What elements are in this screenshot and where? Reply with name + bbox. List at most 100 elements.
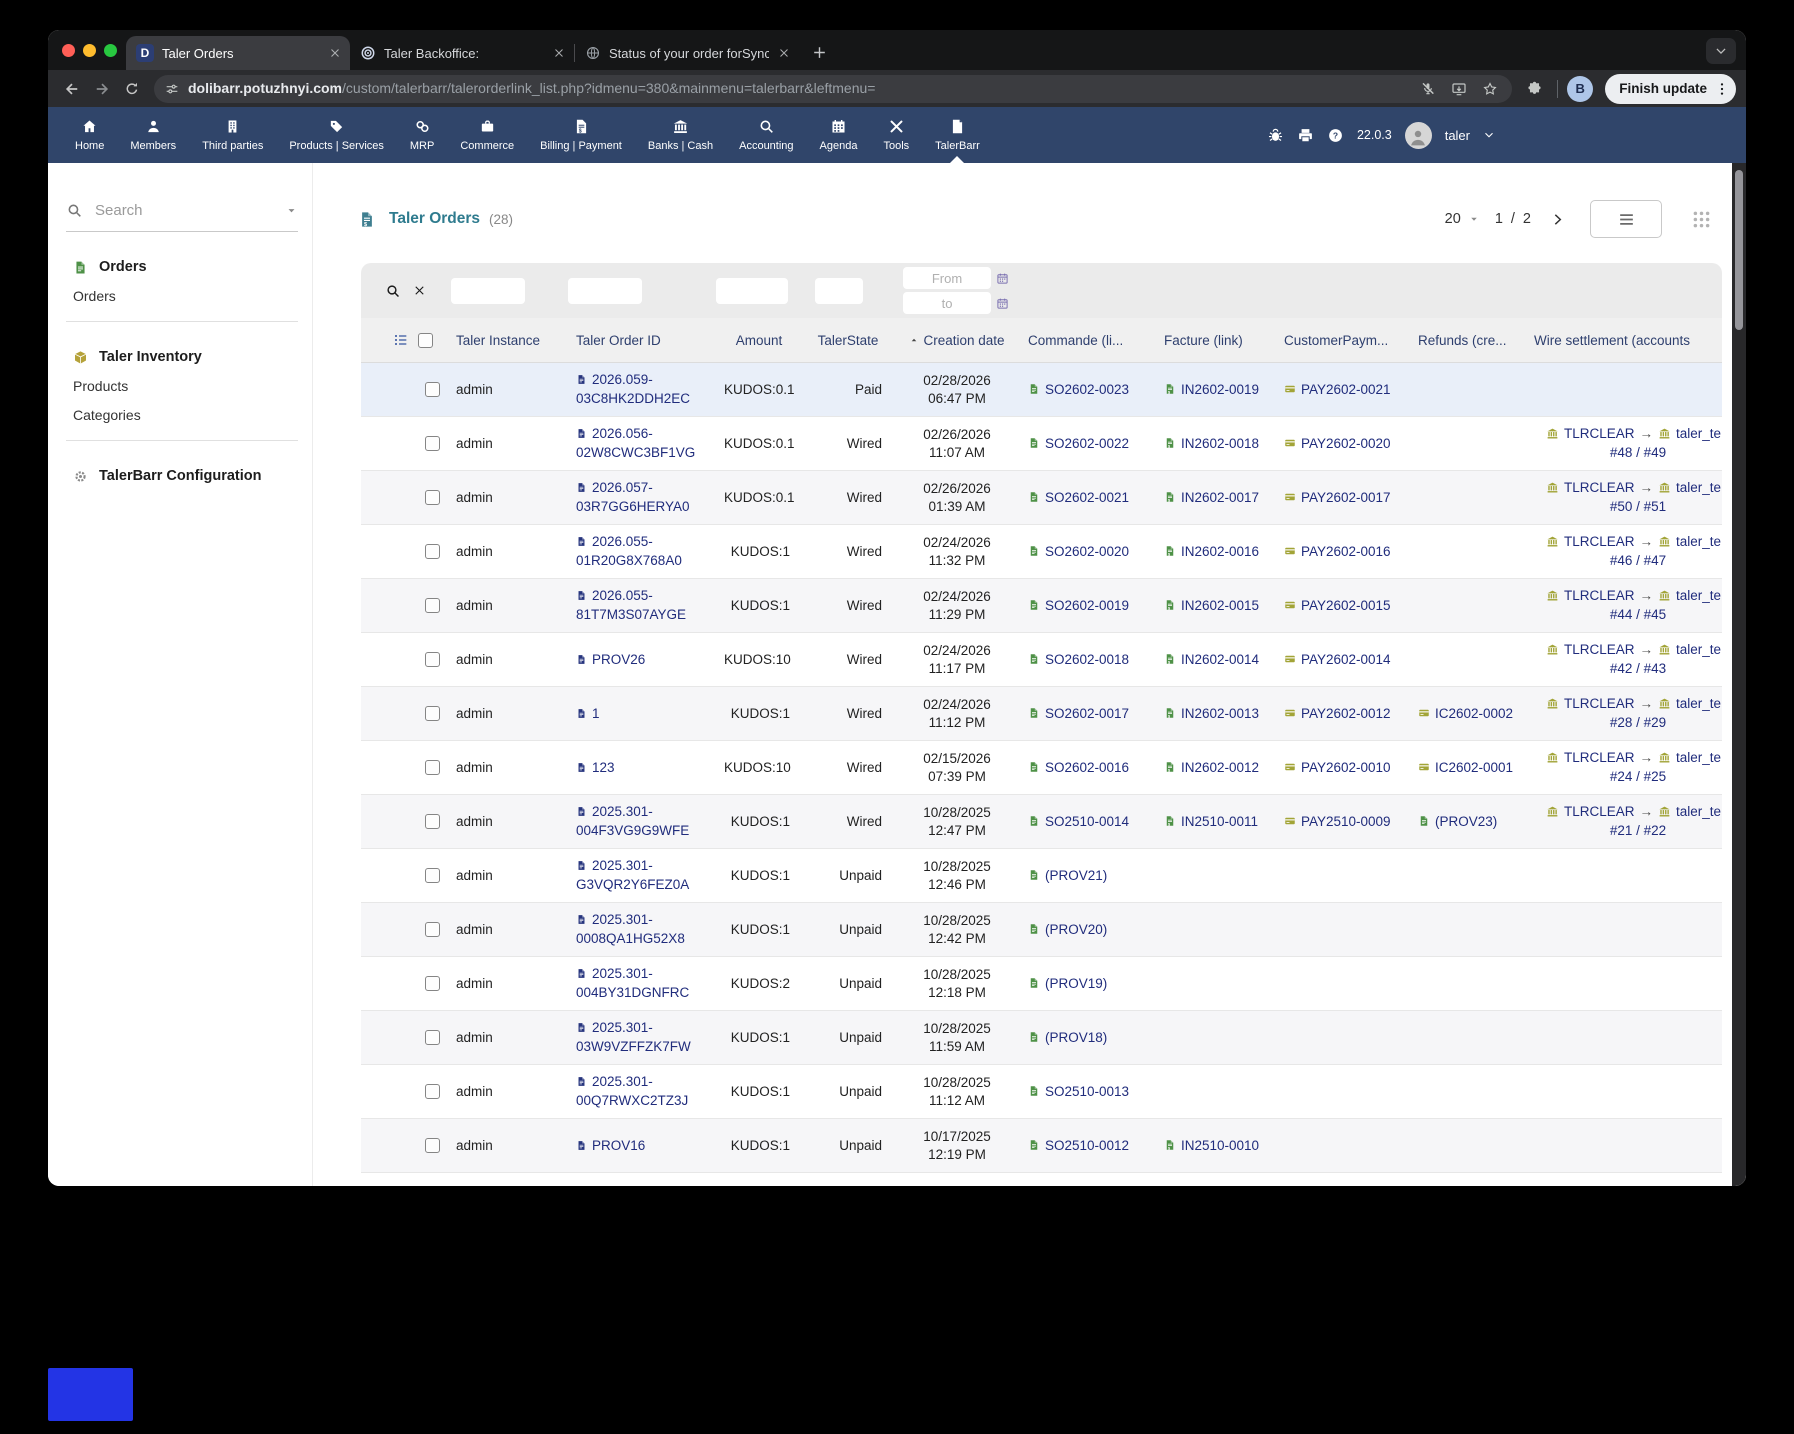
filter-clear-icon[interactable] [412, 283, 427, 298]
next-page-button[interactable] [1550, 212, 1565, 227]
row-checkbox[interactable] [425, 760, 440, 775]
order-id-link[interactable]: 2025.301- [592, 966, 653, 981]
nav-item-home[interactable]: Home [62, 107, 117, 163]
wire-source-link[interactable]: TLRCLEAR [1564, 804, 1635, 819]
row-checkbox[interactable] [425, 814, 440, 829]
row-checkbox[interactable] [425, 922, 440, 937]
refund-link[interactable]: IC2602-0001 [1435, 760, 1513, 775]
commande-link[interactable]: SO2602-0017 [1045, 706, 1129, 721]
facture-link[interactable]: IN2602-0017 [1181, 490, 1259, 505]
filter-input-amount[interactable] [716, 278, 788, 304]
column-header[interactable]: Creation date [894, 333, 1020, 348]
browser-tab[interactable]: DTaler Orders [126, 36, 350, 70]
column-selector-icon[interactable] [393, 332, 409, 348]
sidebar-item-categories[interactable]: Categories [48, 394, 312, 423]
sidebar-section-title[interactable]: Taler Inventory [48, 349, 312, 365]
order-id-link[interactable]: 2026.055- [592, 588, 653, 603]
column-header[interactable]: Facture (link) [1156, 333, 1276, 348]
filter-input-talerstate[interactable] [815, 278, 863, 304]
order-id-link[interactable]: 004BY31DGNFRC [576, 985, 689, 1000]
wire-target-link[interactable]: taler_te [1676, 696, 1721, 711]
row-checkbox[interactable] [425, 1084, 440, 1099]
refund-link[interactable]: (PROV23) [1435, 814, 1497, 829]
order-id-link[interactable]: 2025.301- [592, 912, 653, 927]
wire-target-link[interactable]: taler_te [1676, 642, 1721, 657]
facture-link[interactable]: IN2602-0016 [1181, 544, 1259, 559]
new-tab-button[interactable] [811, 44, 828, 61]
order-id-link[interactable]: 2026.057- [592, 480, 653, 495]
column-header[interactable]: Amount [716, 333, 802, 348]
order-id-link[interactable]: 2025.301- [592, 1020, 653, 1035]
customer-payment-link[interactable]: PAY2602-0017 [1301, 490, 1391, 505]
url-bar[interactable]: dolibarr.potuzhnyi.com/custom/talerbarr/… [154, 75, 1512, 103]
wire-refs-link[interactable]: #50 / #51 [1610, 499, 1666, 514]
row-checkbox[interactable] [425, 1138, 440, 1153]
filter-search-icon[interactable] [385, 283, 401, 299]
minimize-window-button[interactable] [83, 44, 96, 57]
order-id-link[interactable]: 00Q7RWXC2TZ3J [576, 1093, 688, 1108]
nav-item-third-parties[interactable]: Third parties [189, 107, 276, 163]
calendar-icon[interactable] [996, 297, 1009, 310]
nav-item-commerce[interactable]: Commerce [447, 107, 527, 163]
facture-link[interactable]: IN2602-0012 [1181, 760, 1259, 775]
commande-link[interactable]: SO2602-0019 [1045, 598, 1129, 613]
order-id-link[interactable]: 03C8HK2DDH2EC [576, 391, 690, 406]
wire-refs-link[interactable]: #44 / #45 [1610, 607, 1666, 622]
wire-refs-link[interactable]: #24 / #25 [1610, 769, 1666, 784]
close-window-button[interactable] [62, 44, 75, 57]
facture-link[interactable]: IN2510-0011 [1181, 814, 1258, 829]
wire-target-link[interactable]: taler_te [1676, 480, 1721, 495]
facture-link[interactable]: IN2602-0019 [1181, 382, 1259, 397]
filter-date-to-input[interactable] [903, 292, 991, 314]
order-id-link[interactable]: 01R20G8X768A0 [576, 553, 682, 568]
facture-link[interactable]: IN2602-0018 [1181, 436, 1259, 451]
wire-target-link[interactable]: taler_te [1676, 588, 1721, 603]
order-id-link[interactable]: 2025.301- [592, 804, 653, 819]
customer-payment-link[interactable]: PAY2602-0016 [1301, 544, 1391, 559]
order-id-link[interactable]: PROV26 [592, 652, 645, 667]
row-checkbox[interactable] [425, 598, 440, 613]
back-button[interactable] [58, 75, 86, 103]
order-id-link[interactable]: 03R7GG6HERYA0 [576, 499, 690, 514]
username-label[interactable]: taler [1445, 128, 1470, 143]
facture-link[interactable]: IN2602-0013 [1181, 706, 1259, 721]
wire-source-link[interactable]: TLRCLEAR [1564, 642, 1635, 657]
filter-input-taler-order-id[interactable] [568, 278, 642, 304]
mic-blocked-icon[interactable] [1420, 81, 1436, 97]
nav-item-agenda[interactable]: Agenda [807, 107, 871, 163]
order-id-link[interactable]: 2025.301- [592, 1074, 653, 1089]
wire-refs-link[interactable]: #28 / #29 [1610, 715, 1666, 730]
select-all-checkbox[interactable] [418, 333, 433, 348]
browser-tab[interactable]: Status of your order forSync [575, 36, 799, 70]
customer-payment-link[interactable]: PAY2510-0009 [1301, 814, 1391, 829]
order-id-link[interactable]: 123 [592, 760, 615, 775]
search-input[interactable] [93, 201, 275, 220]
row-checkbox[interactable] [425, 706, 440, 721]
column-header[interactable]: TalerState [802, 333, 894, 348]
order-id-link[interactable]: G3VQR2Y6FEZ0A [576, 877, 689, 892]
debug-bug-icon[interactable] [1267, 127, 1284, 144]
wire-refs-link[interactable]: #48 / #49 [1610, 445, 1666, 460]
page-size-select[interactable]: 20 [1445, 211, 1480, 227]
nav-item-talerbarr[interactable]: TalerBarr [922, 107, 993, 163]
column-header[interactable]: Commande (li... [1020, 333, 1156, 348]
tab-close-icon[interactable] [328, 46, 342, 60]
browser-tab[interactable]: Taler Backoffice: [350, 36, 574, 70]
reload-button[interactable] [118, 75, 146, 103]
facture-link[interactable]: IN2602-0014 [1181, 652, 1259, 667]
row-checkbox[interactable] [425, 1030, 440, 1045]
print-icon[interactable] [1297, 127, 1314, 144]
wire-target-link[interactable]: taler_te [1676, 750, 1721, 765]
commande-link[interactable]: (PROV20) [1045, 922, 1107, 937]
sidebar-section-title[interactable]: TalerBarr Configuration [48, 468, 312, 484]
sidebar-section-title[interactable]: Orders [48, 259, 312, 275]
commande-link[interactable]: SO2602-0021 [1045, 490, 1129, 505]
order-id-link[interactable]: 1 [592, 706, 600, 721]
sidebar-item-orders[interactable]: Orders [48, 275, 312, 304]
column-header[interactable]: Wire settlement (accounts [1526, 333, 1722, 348]
row-checkbox[interactable] [425, 976, 440, 991]
bookmark-star-icon[interactable] [1482, 81, 1498, 97]
commande-link[interactable]: (PROV21) [1045, 868, 1107, 883]
calendar-icon[interactable] [996, 272, 1009, 285]
help-icon[interactable]: ? [1327, 127, 1344, 144]
